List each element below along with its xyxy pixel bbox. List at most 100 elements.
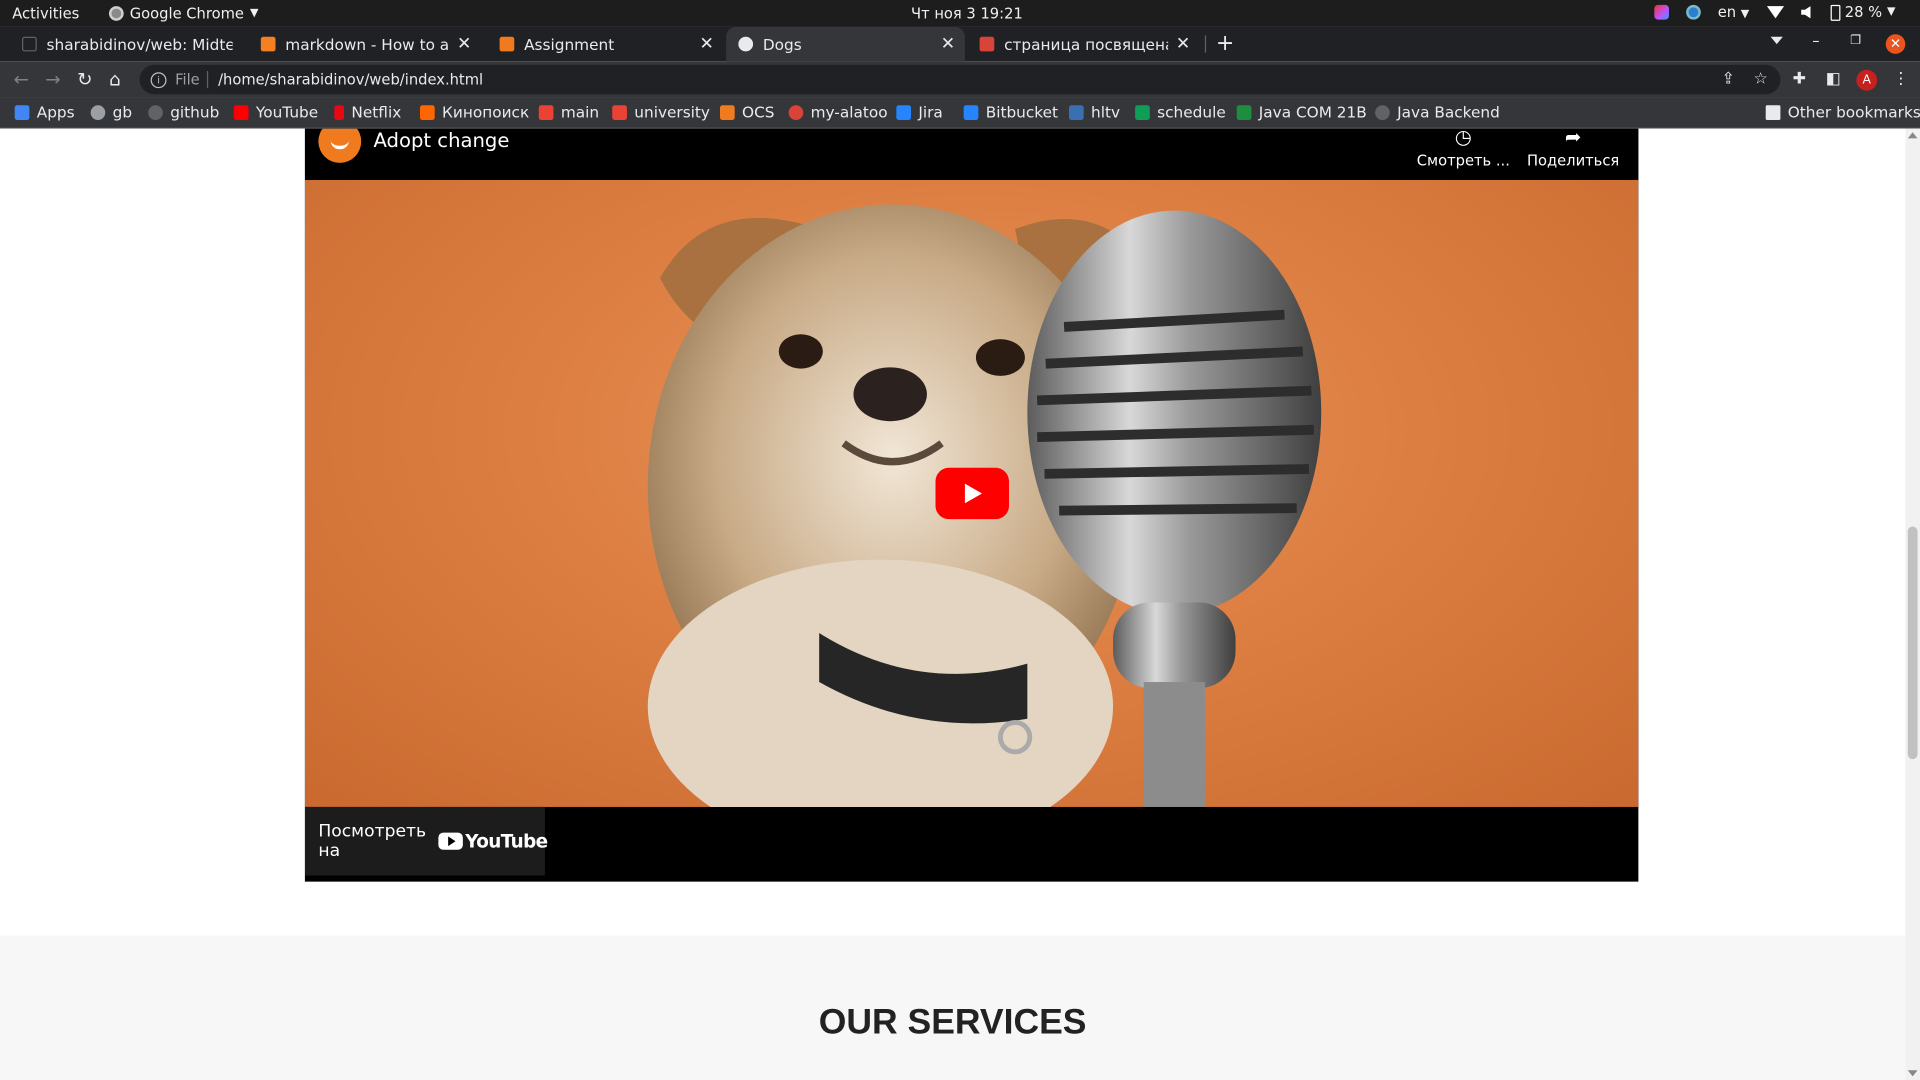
bookmark-kinopoisk[interactable]: Кинопоиск <box>420 103 529 121</box>
extensions-icon[interactable]: ✚ <box>1793 70 1806 88</box>
restore-window-button[interactable]: ❐ <box>1850 34 1861 47</box>
services-heading: OUR SERVICES <box>818 1002 1087 1043</box>
back-icon[interactable]: ← <box>13 69 28 91</box>
bookmark-label: main <box>560 102 600 122</box>
tab-russian-page[interactable]: страница посвящена соб ✕ <box>967 27 1200 61</box>
github-icon <box>148 104 163 120</box>
services-section: OUR SERVICES <box>0 935 1906 1080</box>
bookmark-university[interactable]: university <box>612 103 710 121</box>
other-bookmarks-label: Other bookmarks <box>1787 102 1920 122</box>
close-window-button[interactable]: ✕ <box>1885 34 1906 54</box>
app-menu[interactable]: Google Chrome ▼ <box>108 4 259 23</box>
bookmark-youtube[interactable]: YouTube <box>233 103 318 121</box>
side-panel-icon[interactable]: ◧ <box>1826 70 1841 88</box>
alatoo-icon <box>979 36 995 52</box>
gmail-icon <box>538 104 554 120</box>
profile-avatar[interactable]: A <box>1856 69 1878 91</box>
scrollbar-thumb[interactable] <box>1907 526 1918 760</box>
tab-stackoverflow[interactable]: markdown - How to add in ✕ <box>249 27 482 61</box>
folder-icon <box>1765 104 1781 120</box>
wifi-icon[interactable] <box>1766 6 1784 19</box>
bookmark-netflix[interactable]: Netflix <box>334 103 401 121</box>
bookmark-bitbucket[interactable]: Bitbucket <box>963 103 1058 121</box>
bookmark-github[interactable]: github <box>148 103 219 121</box>
tab-strip: sharabidinov/web: Midte markdown - How t… <box>0 26 1920 62</box>
youtube-wordmark: YouTube <box>465 830 548 853</box>
youtube-logo: YouTube <box>438 830 548 853</box>
forward-icon[interactable]: → <box>45 69 60 91</box>
tab-assignment[interactable]: Assignment ✕ <box>487 27 723 61</box>
address-bar[interactable]: i File /home/sharabidinov/web/index.html <box>139 64 1781 95</box>
share-icon[interactable]: ⇪ <box>1722 70 1735 88</box>
bookmark-jira[interactable]: Jira <box>896 103 943 121</box>
page-scrollbar[interactable] <box>1905 128 1920 1080</box>
scroll-up-icon[interactable] <box>1907 132 1918 139</box>
volume-icon[interactable] <box>1800 6 1811 19</box>
netflix-icon <box>334 104 345 120</box>
vpn-indicator-icon[interactable] <box>1685 4 1701 20</box>
scroll-down-icon[interactable] <box>1907 1070 1918 1077</box>
youtube-embed[interactable]: Adopt change ◷ Смотреть ... ➦ Поделиться <box>304 128 1639 882</box>
keyboard-layout[interactable]: en ▼ <box>1718 4 1750 21</box>
stackoverflow-icon <box>260 36 276 52</box>
apps-grid-icon <box>14 104 30 120</box>
new-tab-button[interactable]: + <box>1216 31 1234 57</box>
tab-dogs[interactable]: Dogs ✕ <box>726 26 965 62</box>
close-tab-icon[interactable]: ✕ <box>941 34 955 54</box>
bookmarks-bar: Apps gb github YouTube Netflix Кинопоиск… <box>0 97 1920 129</box>
bookmark-main[interactable]: main <box>538 102 600 122</box>
close-tab-icon[interactable]: ✕ <box>1176 34 1190 54</box>
minimize-window-button[interactable]: – <box>1812 32 1819 49</box>
bookmark-gb[interactable]: gb <box>90 103 132 121</box>
url-separator <box>207 71 209 89</box>
globe-icon <box>738 36 754 52</box>
play-button[interactable] <box>935 467 1009 520</box>
clock[interactable]: Чт ноя 3 19:21 <box>911 5 1023 22</box>
tab-search-icon[interactable] <box>1770 36 1783 45</box>
video-thumbnail[interactable] <box>304 180 1639 807</box>
system-tray[interactable]: en ▼ 28 % ▼ <box>1654 4 1896 21</box>
jira-icon <box>896 104 912 120</box>
youtube-play-icon <box>438 832 463 850</box>
close-tab-icon[interactable]: ✕ <box>457 34 471 54</box>
app-name: Google Chrome <box>129 4 244 23</box>
close-tab-icon[interactable]: ✕ <box>700 34 714 54</box>
bookmark-hltv[interactable]: hltv <box>1068 103 1120 121</box>
chevron-down-icon: ▼ <box>1740 8 1750 21</box>
bookmark-java-backend[interactable]: Java Backend <box>1375 103 1500 121</box>
alatoo-icon <box>788 104 804 120</box>
bookmark-star-icon[interactable]: ☆ <box>1753 70 1767 88</box>
battery-indicator[interactable]: 28 % ▼ <box>1830 4 1896 21</box>
bookmark-label: Netflix <box>351 102 402 122</box>
clock-icon: ◷ <box>1454 128 1472 149</box>
bookmark-label: Java COM 21B <box>1258 102 1367 122</box>
reload-icon[interactable]: ↻ <box>77 69 92 91</box>
ocs-icon <box>720 104 735 120</box>
home-icon[interactable]: ⌂ <box>109 69 121 91</box>
bookmark-apps[interactable]: Apps <box>14 103 75 121</box>
other-bookmarks[interactable]: Other bookmarks <box>1765 102 1920 122</box>
url-text[interactable]: /home/sharabidinov/web/index.html <box>218 71 483 88</box>
hltv-icon <box>1068 104 1084 120</box>
bookmark-my-alatoo[interactable]: my-alatoo <box>788 103 888 121</box>
tab-github[interactable]: sharabidinov/web: Midte <box>10 27 243 61</box>
watch-later-button[interactable]: ◷ Смотреть ... <box>1417 129 1510 169</box>
video-title[interactable]: Adopt change <box>373 129 509 152</box>
bookmark-schedule[interactable]: schedule <box>1135 103 1226 121</box>
info-icon[interactable]: i <box>150 71 167 88</box>
tab-title: Dogs <box>762 34 802 54</box>
gmail-icon <box>612 104 627 120</box>
bookmark-java-com[interactable]: Java COM 21B <box>1236 102 1367 122</box>
github-icon <box>22 36 37 52</box>
classroom-icon <box>1236 104 1252 120</box>
channel-logo[interactable] <box>318 128 362 163</box>
activities-button[interactable]: Activities <box>12 5 79 22</box>
bookmark-ocs[interactable]: OCS <box>720 103 775 121</box>
watch-on-youtube-button[interactable]: Посмотреть на YouTube <box>304 806 548 876</box>
watch-on-label: Посмотреть на <box>318 821 427 861</box>
app-indicator-icon[interactable] <box>1654 4 1669 20</box>
share-button[interactable]: ➦ Поделиться <box>1527 129 1619 169</box>
github-icon <box>1375 104 1390 120</box>
menu-kebab-icon[interactable]: ⋮ <box>1893 70 1909 88</box>
tab-title: sharabidinov/web: Midte <box>46 34 233 54</box>
